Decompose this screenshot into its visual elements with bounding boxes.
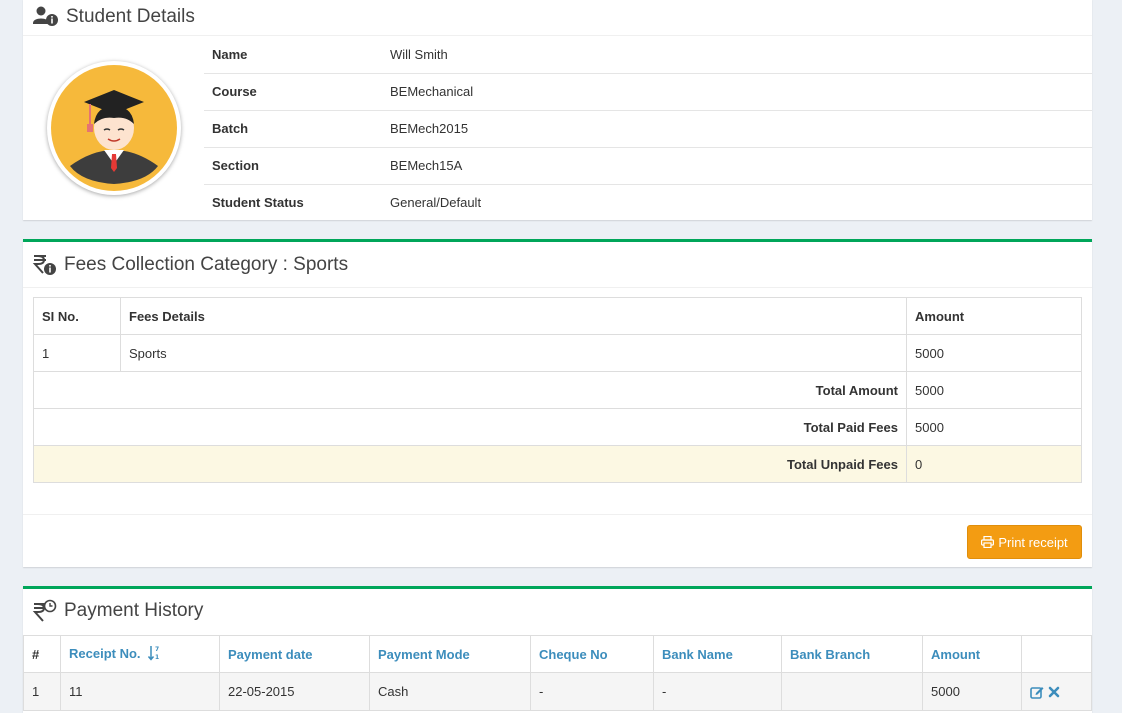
history-col-receipt-label: Receipt No.	[69, 645, 141, 661]
total-paid-label: Total Paid Fees	[33, 408, 907, 446]
student-info-table: Name Will Smith Course BEMechanical Batch BEM…	[204, 36, 1092, 221]
student-info-row: Course BEMechanical	[204, 72, 1092, 110]
payment-history-title: Payment History	[64, 600, 204, 621]
payment-history-header: Payment History	[23, 589, 1092, 633]
history-col-cheque[interactable]: Cheque No	[530, 635, 654, 673]
fees-table: SI No. Fees Details Amount 1 Sports 5000…	[33, 297, 1082, 483]
history-col-branch[interactable]: Bank Branch	[781, 635, 923, 673]
table-row: 1 11 22-05-2015 Cash - - 5000	[23, 672, 1092, 711]
fees-footer: Print receipt	[23, 514, 1092, 570]
student-details-header: Student Details	[23, 0, 1092, 36]
history-row-date: 22-05-2015	[219, 672, 370, 711]
print-icon	[981, 536, 995, 548]
history-row-receipt: 11	[60, 672, 220, 711]
student-info-label: Section	[204, 146, 382, 184]
total-paid-value: 5000	[906, 408, 1082, 446]
total-amount-value: 5000	[906, 371, 1082, 409]
student-info-row: Section BEMech15A	[204, 146, 1092, 184]
fees-row-details: Sports	[120, 334, 907, 372]
student-info-label: Student Status	[204, 183, 382, 221]
student-info-label: Name	[212, 46, 248, 62]
history-row-branch	[781, 672, 923, 711]
svg-text:1: 1	[155, 654, 159, 661]
history-col-num: #	[23, 635, 61, 673]
fees-row-amount: 5000	[906, 334, 1082, 372]
print-receipt-label: Print receipt	[998, 534, 1068, 550]
edit-icon[interactable]	[1030, 685, 1044, 699]
total-amount-row: Total Amount 5000	[33, 371, 1082, 409]
rupee-info-icon	[32, 253, 58, 277]
student-details-title: Student Details	[66, 6, 195, 27]
student-info-row: Student Status General/Default	[204, 183, 1092, 221]
svg-text:7: 7	[155, 646, 159, 653]
fees-table-header-row: SI No. Fees Details Amount	[33, 297, 1082, 335]
student-info-row: Name Will Smith	[204, 36, 1092, 73]
total-amount-label: Total Amount	[33, 371, 907, 409]
fees-col-si: SI No.	[33, 297, 121, 335]
payment-history-table: # Receipt No. 7 1 Payment date Payment M…	[23, 635, 1092, 711]
history-col-mode[interactable]: Payment Mode	[369, 635, 531, 673]
total-unpaid-value: 0	[906, 445, 1082, 483]
student-info-label: Batch	[204, 109, 382, 147]
history-col-receipt[interactable]: Receipt No. 7 1	[60, 635, 220, 673]
rupee-clock-icon	[32, 599, 58, 623]
history-row-cheque: -	[530, 672, 654, 711]
payment-history-box: Payment History # Receipt No. 7 1 Paymen…	[23, 586, 1092, 713]
total-unpaid-row: Total Unpaid Fees 0	[33, 445, 1082, 483]
fees-collection-header: Fees Collection Category : Sports	[23, 242, 1092, 288]
student-info-value: BEMech2015	[382, 109, 1092, 147]
history-col-actions	[1021, 635, 1092, 673]
student-info-value: BEMechanical	[382, 72, 1092, 110]
print-receipt-button[interactable]: Print receipt	[967, 525, 1082, 559]
total-unpaid-label: Total Unpaid Fees	[33, 445, 907, 483]
student-info-value: General/Default	[382, 183, 1092, 221]
total-paid-row: Total Paid Fees 5000	[33, 408, 1082, 446]
history-header-row: # Receipt No. 7 1 Payment date Payment M…	[23, 635, 1092, 673]
history-row-num: 1	[23, 672, 61, 711]
student-info-value: BEMech15A	[382, 146, 1092, 184]
delete-icon[interactable]	[1048, 686, 1060, 698]
history-row-amount: 5000	[922, 672, 1022, 711]
sort-numeric-icon: 7 1	[148, 645, 162, 664]
fees-collection-box: Fees Collection Category : Sports SI No.…	[23, 239, 1092, 567]
student-details-box: Student Details Name Will Smith Course BEMe…	[23, 0, 1092, 221]
history-col-date[interactable]: Payment date	[219, 635, 370, 673]
fees-row: 1 Sports 5000	[33, 334, 1082, 372]
fees-col-details: Fees Details	[120, 297, 907, 335]
history-row-bank: -	[653, 672, 782, 711]
fees-collection-title: Fees Collection Category : Sports	[64, 253, 349, 275]
student-info-row: Batch BEMech2015	[204, 109, 1092, 147]
user-info-icon	[32, 6, 60, 28]
avatar	[47, 61, 181, 195]
history-col-amount[interactable]: Amount	[922, 635, 1022, 673]
fees-row-si: 1	[33, 334, 121, 372]
history-row-actions	[1021, 672, 1092, 711]
student-info-label: Course	[204, 72, 382, 110]
history-row-mode: Cash	[369, 672, 531, 711]
fees-col-amount: Amount	[906, 297, 1082, 335]
history-col-bank[interactable]: Bank Name	[653, 635, 782, 673]
graduate-avatar-icon	[51, 65, 177, 191]
student-info-value: Will Smith	[390, 46, 448, 62]
